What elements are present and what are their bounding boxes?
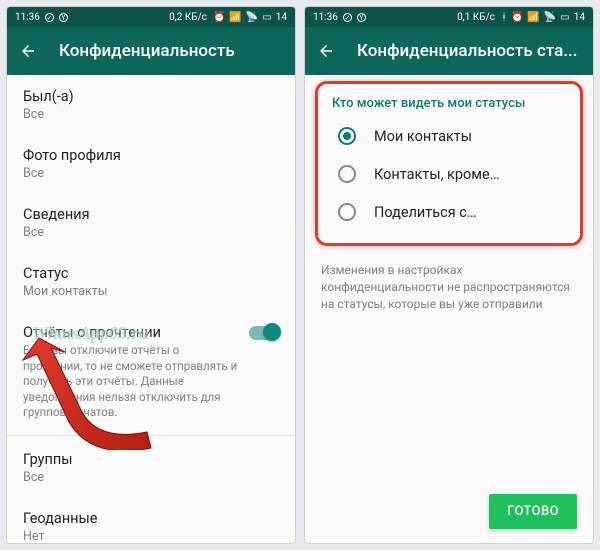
status-icon-2: Y xyxy=(357,13,366,22)
setting-about[interactable]: Сведения Все xyxy=(7,193,295,252)
setting-value: Все xyxy=(23,225,279,240)
status-privacy-content: Кто может видеть мои статусы Мои контакт… xyxy=(305,75,593,543)
battery-icon: ▭ xyxy=(262,12,271,23)
done-button[interactable]: ГОТОВО xyxy=(489,494,577,529)
battery-pct: 14 xyxy=(574,12,585,23)
alarm-icon: ⏰ xyxy=(511,12,523,23)
radio-group: Мои контакты Контакты, кроме… Поделиться… xyxy=(322,117,576,237)
divider xyxy=(7,435,295,436)
setting-title: Был(-а) xyxy=(23,88,279,105)
setting-value: Все xyxy=(23,166,279,181)
radio-option-share-with[interactable]: Поделиться с… xyxy=(326,193,572,231)
setting-title: Статус xyxy=(23,265,279,282)
signal-icon: 📶 xyxy=(229,12,241,23)
privacy-note: Изменения в настройках конфиденциальност… xyxy=(305,252,593,322)
toggle-switch[interactable] xyxy=(249,326,279,340)
wifi-icon: 📡 xyxy=(246,12,258,23)
app-bar: Конфиденциальность ста... xyxy=(305,27,593,75)
signal-icon: 📶 xyxy=(527,12,539,23)
status-time: 11:36 xyxy=(313,12,338,23)
setting-read-receipts[interactable]: Отчёты о прочтении Если вы отключите отч… xyxy=(7,311,295,433)
settings-list: Был(-а) Все Фото профиля Все Сведения Вс… xyxy=(7,75,295,543)
phone-right: 11:36 ✓ Y 0,1 КБ/с ᚼ ⏰ 📶 📡 ▭ 14 Конфиден… xyxy=(304,6,594,544)
status-icon-1: ✓ xyxy=(45,13,54,22)
setting-title: Фото профиля xyxy=(23,147,279,164)
radio-option-except[interactable]: Контакты, кроме… xyxy=(326,155,572,193)
setting-title: Отчёты о прочтении xyxy=(23,324,239,341)
highlighted-group: Кто может видеть мои статусы Мои контакт… xyxy=(315,81,583,246)
section-header: Кто может видеть мои статусы xyxy=(322,90,576,117)
radio-icon xyxy=(338,165,356,183)
radio-icon xyxy=(338,203,356,221)
bluetooth-icon: ᚼ xyxy=(501,12,507,23)
radio-icon xyxy=(338,127,356,145)
battery-pct: 14 xyxy=(276,12,287,23)
setting-last-seen[interactable]: Был(-а) Все xyxy=(7,75,295,134)
radio-label: Контакты, кроме… xyxy=(374,166,499,183)
app-bar: Конфиденциальность xyxy=(7,27,295,75)
setting-value: Мои контакты xyxy=(23,284,279,299)
status-icon-1: ✓ xyxy=(343,13,352,22)
page-title: Конфиденциальность ста... xyxy=(357,41,578,61)
setting-value: Все xyxy=(23,470,279,485)
setting-groups[interactable]: Группы Все xyxy=(7,438,295,497)
setting-status[interactable]: Статус Мои контакты xyxy=(7,252,295,311)
phone-left: 11:36 ✓ Y 0,2 КБ/с ⏰ 📶 📡 ▭ 14 Конфиденци… xyxy=(6,6,296,544)
battery-icon: ▭ xyxy=(560,12,569,23)
radio-label: Мои контакты xyxy=(374,128,472,145)
radio-option-contacts[interactable]: Мои контакты xyxy=(326,117,572,155)
status-icon-2: Y xyxy=(59,13,68,22)
alarm-icon: ⏰ xyxy=(213,12,225,23)
status-bar: 11:36 ✓ Y 0,1 КБ/с ᚼ ⏰ 📶 📡 ▭ 14 xyxy=(305,7,593,27)
setting-value: Нет xyxy=(23,529,279,543)
status-time: 11:36 xyxy=(15,12,40,23)
status-bar: 11:36 ✓ Y 0,2 КБ/с ⏰ 📶 📡 ▭ 14 xyxy=(7,7,295,27)
back-icon[interactable] xyxy=(317,42,335,60)
setting-title: Группы xyxy=(23,451,279,468)
setting-value: Все xyxy=(23,107,279,122)
setting-title: Геоданные xyxy=(23,510,279,527)
radio-label: Поделиться с… xyxy=(374,204,477,221)
setting-title: Сведения xyxy=(23,206,279,223)
setting-live-location[interactable]: Геоданные Нет xyxy=(7,497,295,543)
setting-desc: Если вы отключите отчёты о прочтении, то… xyxy=(23,343,239,421)
back-icon[interactable] xyxy=(19,42,37,60)
status-speed: 0,2 КБ/с xyxy=(169,12,207,23)
status-speed: 0,1 КБ/с xyxy=(457,12,495,23)
wifi-icon: 📡 xyxy=(544,12,556,23)
setting-profile-photo[interactable]: Фото профиля Все xyxy=(7,134,295,193)
page-title: Конфиденциальность xyxy=(59,41,235,61)
